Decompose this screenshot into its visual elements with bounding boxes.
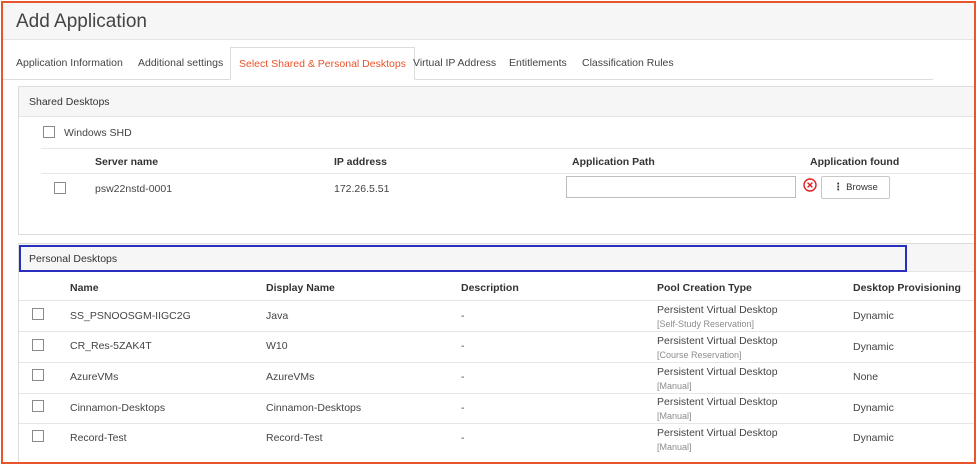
divider xyxy=(19,362,974,363)
server-name: psw22nstd-0001 xyxy=(95,183,173,195)
col-description: Description xyxy=(461,282,519,294)
personal-desktops-highlight-box xyxy=(19,245,907,272)
windows-shd-checkbox[interactable] xyxy=(43,126,55,138)
page-title: Add Application xyxy=(16,11,147,32)
desktop-name: AzureVMs xyxy=(70,371,119,383)
page-header: Add Application xyxy=(3,3,974,40)
desktop-row-checkbox[interactable] xyxy=(32,339,44,351)
desktop-description: - xyxy=(461,310,465,322)
browse-button[interactable]: ⋮ Browse xyxy=(821,176,890,199)
more-vertical-icon: ⋮ xyxy=(833,182,844,193)
pool-subtype: [Self-Study Reservation] xyxy=(657,319,755,329)
divider xyxy=(41,173,974,174)
divider xyxy=(19,300,974,301)
desktop-row-checkbox[interactable] xyxy=(32,400,44,412)
error-circle-icon xyxy=(803,178,817,192)
desktop-provisioning: Dynamic xyxy=(853,402,894,414)
desktop-display-name: Java xyxy=(266,310,289,322)
pool-subtype: [Manual] xyxy=(657,442,692,452)
tab-additional-settings[interactable]: Additional settings xyxy=(138,47,223,80)
pool-type: Persistent Virtual Desktop xyxy=(657,396,778,408)
divider xyxy=(19,423,974,424)
desktop-description: - xyxy=(461,402,465,414)
windows-shd-label: Windows SHD xyxy=(64,127,132,139)
col-ip-address: IP address xyxy=(334,156,387,168)
server-ip: 172.26.5.51 xyxy=(334,183,390,195)
tab-application-information[interactable]: Application Information xyxy=(16,47,123,80)
desktop-provisioning: Dynamic xyxy=(853,432,894,444)
server-row-checkbox[interactable] xyxy=(54,182,66,194)
pool-type: Persistent Virtual Desktop xyxy=(657,335,778,347)
personal-desktops-panel: Personal Desktops Name Display Name Desc… xyxy=(18,243,974,462)
col-server-name: Server name xyxy=(95,156,159,168)
pool-subtype: [Manual] xyxy=(657,411,692,421)
app-window: Add Application Application Information … xyxy=(1,1,976,464)
desktop-provisioning: Dynamic xyxy=(853,341,894,353)
desktop-name: SS_PSNOOSGM-IIGC2G xyxy=(70,310,191,322)
desktop-description: - xyxy=(461,371,465,383)
desktop-display-name: AzureVMs xyxy=(266,371,315,383)
desktop-display-name: Cinnamon-Desktops xyxy=(266,402,362,414)
col-application-path: Application Path xyxy=(572,156,655,168)
shared-desktops-header: Shared Desktops xyxy=(19,87,974,117)
application-path-input[interactable] xyxy=(566,176,796,198)
desktop-display-name: W10 xyxy=(266,340,288,352)
shared-desktops-title: Shared Desktops xyxy=(29,96,110,108)
desktop-name: Record-Test xyxy=(70,432,127,444)
pool-type: Persistent Virtual Desktop xyxy=(657,427,778,439)
desktop-name: CR_Res-5ZAK4T xyxy=(70,340,152,352)
desktop-row-checkbox[interactable] xyxy=(32,369,44,381)
desktop-provisioning: Dynamic xyxy=(853,310,894,322)
tab-entitlements[interactable]: Entitlements xyxy=(509,47,567,80)
pool-type: Persistent Virtual Desktop xyxy=(657,304,778,316)
divider xyxy=(19,331,974,332)
divider xyxy=(41,148,974,149)
tab-virtual-ip-address[interactable]: Virtual IP Address xyxy=(413,47,496,80)
desktop-row-checkbox[interactable] xyxy=(32,308,44,320)
col-name: Name xyxy=(70,282,99,294)
browse-label: Browse xyxy=(846,182,878,193)
pool-type: Persistent Virtual Desktop xyxy=(657,366,778,378)
tab-classification-rules[interactable]: Classification Rules xyxy=(582,47,674,80)
desktop-description: - xyxy=(461,432,465,444)
desktop-row-checkbox[interactable] xyxy=(32,430,44,442)
pool-subtype: [Manual] xyxy=(657,381,692,391)
col-application-found: Application found xyxy=(810,156,900,168)
desktop-provisioning: None xyxy=(853,371,879,383)
divider xyxy=(19,393,974,394)
shared-desktops-panel: Shared Desktops Windows SHD Server name … xyxy=(18,86,974,235)
col-display-name: Display Name xyxy=(266,282,335,294)
desktop-name: Cinnamon-Desktops xyxy=(70,402,166,414)
desktop-description: - xyxy=(461,340,465,352)
pool-subtype: [Course Reservation] xyxy=(657,350,742,360)
col-pool-creation-type: Pool Creation Type xyxy=(657,282,752,294)
tab-select-shared-personal-desktops[interactable]: Select Shared & Personal Desktops xyxy=(230,47,415,80)
col-desktop-provisioning: Desktop Provisioning xyxy=(853,282,961,294)
desktop-display-name: Record-Test xyxy=(266,432,323,444)
tab-bar: Application Information Additional setti… xyxy=(3,47,933,80)
